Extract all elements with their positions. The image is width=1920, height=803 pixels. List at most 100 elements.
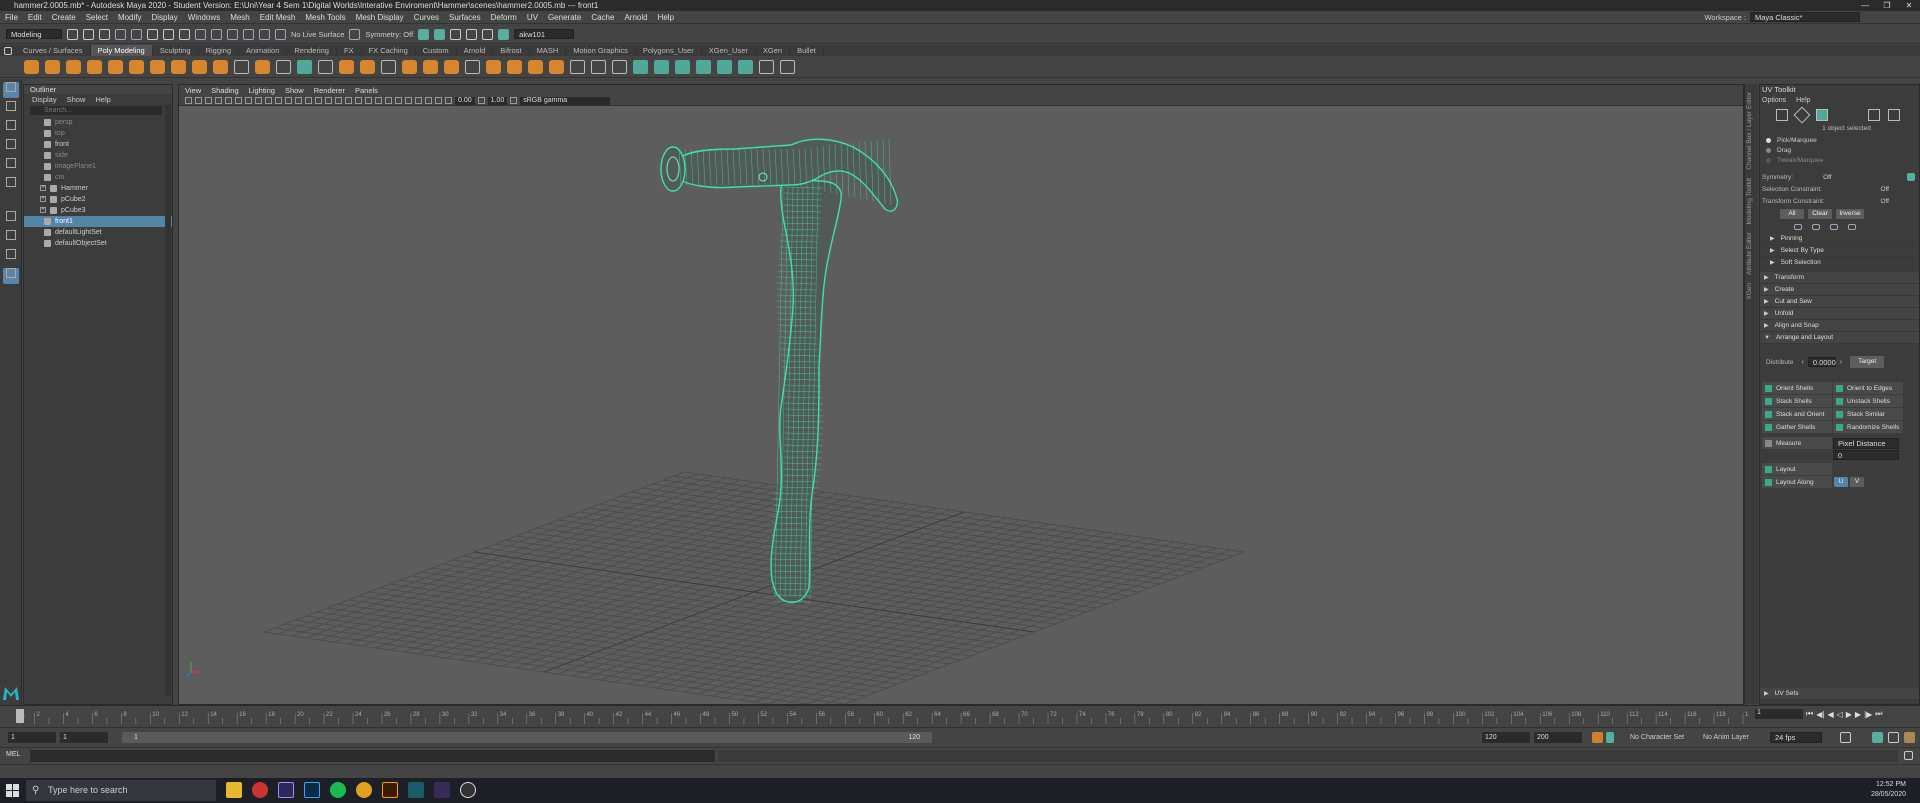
smooth-shade-icon[interactable] [305,97,312,104]
shelf-tab-fx-caching[interactable]: FX Caching [362,45,416,56]
uv-shell-mode-icon[interactable] [1816,109,1828,121]
poly-cone-icon[interactable] [87,59,102,74]
uv-distribute-right-icon[interactable]: › [1840,359,1842,366]
shelf-tab-custom[interactable]: Custom [416,45,457,56]
resolution-gate-icon[interactable] [245,97,252,104]
scale-tool-icon[interactable] [3,177,19,193]
uv-section-transform[interactable]: ▶ Transform [1760,272,1919,284]
menu-curves[interactable]: Curves [409,11,444,24]
checker-icon[interactable] [759,59,774,74]
time-ticks[interactable]: 1246810121416182022242628303234363840424… [14,708,1749,724]
smooth-icon[interactable] [318,59,333,74]
uv-stack-similar-button[interactable]: Stack Similar [1833,408,1903,420]
uv-transform-constraint-row[interactable]: Transform Constraint: Off [1760,195,1919,207]
command-input[interactable] [30,750,715,762]
fps-dropdown[interactable]: 24 fps [1770,732,1822,743]
outliner-item-persp[interactable]: persp [24,117,172,128]
outliner-item-side[interactable]: side [24,150,172,161]
go-to-start-icon[interactable]: ⏮ [1806,709,1813,719]
uv-mode-pick-marquee[interactable]: Pick/Marquee [1760,135,1919,145]
mel-label[interactable]: MEL [6,751,20,758]
undo-icon[interactable] [115,28,126,40]
uv-mode-tweak-marquee[interactable]: Tweak/Marquee [1760,155,1919,165]
uv-layout-along-v-button[interactable]: V [1850,477,1864,487]
ipr-render-icon[interactable] [434,28,446,40]
shelf-tab-xgen-user[interactable]: XGen_User [702,45,756,56]
default-material-icon[interactable] [315,97,322,104]
select-hierarchy-icon[interactable] [147,28,158,40]
uv-section-unfold[interactable]: ▶ Unfold [1760,308,1919,320]
insert-edge-loop-icon[interactable] [591,59,606,74]
step-back-key-icon[interactable]: ◀| [1816,710,1824,719]
uv-select-overlap-icon[interactable] [1812,224,1820,230]
maya-taskbar-icon[interactable] [408,782,424,798]
user-dropdown[interactable]: akw101 [514,29,575,39]
after-effects-icon[interactable] [278,782,294,798]
uv-layout-along-u-button[interactable]: U [1834,477,1848,487]
menu-file[interactable]: File [0,11,23,24]
gate-mask-icon[interactable] [255,97,262,104]
menu-cache[interactable]: Cache [586,11,619,24]
uv-unstack-shells-button[interactable]: Unstack Shells [1833,395,1903,407]
planar-map-icon[interactable] [633,59,648,74]
hypershade-icon[interactable] [466,28,478,40]
anti-aliasing-icon[interactable] [385,97,392,104]
step-back-frame-icon[interactable]: ◀ [1827,710,1833,719]
menu-generate[interactable]: Generate [543,11,586,24]
uv-distribute-field[interactable]: 0.0000 [1807,357,1836,367]
outliner-item-hammer[interactable]: + Hammer [24,183,172,194]
multi-cut-icon[interactable] [486,59,501,74]
script-editor-icon[interactable] [1904,751,1913,760]
bookmark-icon[interactable] [205,97,212,104]
isolate-select-icon[interactable] [405,97,412,104]
uv-select-shortest-icon[interactable] [1848,224,1856,230]
outliner-menu-show[interactable]: Show [67,95,86,104]
uv-section-create[interactable]: ▶ Create [1760,284,1919,296]
shelf-tab-curves-surfaces[interactable]: Curves / Surfaces [16,45,91,56]
menu-mesh-display[interactable]: Mesh Display [351,11,409,24]
uv-measure-dropdown[interactable]: Pixel Distance [1833,437,1899,449]
side-tab-xgen[interactable]: XGen [1746,283,1753,300]
fill-hole-icon[interactable] [444,59,459,74]
minimize-icon[interactable]: — [1854,0,1876,11]
shelf-tab-bifrost[interactable]: Bifrost [493,45,530,56]
quad-draw-icon[interactable] [528,59,543,74]
menu-windows[interactable]: Windows [183,11,225,24]
select-tool-icon[interactable] [3,82,19,98]
unreal-engine-icon[interactable] [460,782,476,798]
workspace-dropdown[interactable]: Maya Classic* [1750,12,1860,22]
uv-shell-select-icon[interactable] [1868,109,1880,121]
uv-gather-shells-button[interactable]: Gather Shells [1762,421,1832,433]
shelf-tab-motion-graphics[interactable]: Motion Graphics [566,45,636,56]
boolean-icon[interactable] [339,59,354,74]
select-component-icon[interactable] [179,28,190,40]
outliner-scrollbar[interactable] [165,105,171,695]
textured-icon[interactable] [335,97,342,104]
snap-curve-icon[interactable] [211,28,222,40]
side-tab-modeling-toolkit[interactable]: Modeling Toolkit [1746,178,1753,225]
wireframe-on-shaded-icon[interactable] [325,97,332,104]
extrude-icon[interactable] [381,59,396,74]
uv-section-select-by-type[interactable]: ▶ Select By Type [1760,245,1919,257]
photoshop-icon[interactable] [304,782,320,798]
uv-stack-and-orient-button[interactable]: Stack and Orient [1762,408,1832,420]
single-perspective-icon[interactable] [3,211,19,227]
viewport-menu-renderer[interactable]: Renderer [314,86,345,95]
shelf-tab-poly-modeling[interactable]: Poly Modeling [90,45,153,56]
shelf-tab-bullet[interactable]: Bullet [790,45,824,56]
move-tool-icon[interactable] [3,139,19,155]
uv-select-clear-button[interactable]: Clear [1808,209,1832,219]
poly-sphere-icon[interactable] [24,59,39,74]
file-explorer-icon[interactable] [226,782,242,798]
offset-edge-icon[interactable] [612,59,627,74]
knife-icon[interactable] [570,59,585,74]
append-icon[interactable] [465,59,480,74]
current-frame-field[interactable]: 1 [1755,709,1803,719]
cache-icon[interactable] [1888,732,1899,743]
viewport-menu-show[interactable]: Show [285,86,304,95]
menu-mesh-tools[interactable]: Mesh Tools [300,11,350,24]
shelf-tab-rendering[interactable]: Rendering [287,45,337,56]
uv-select-flipped-icon[interactable] [1830,224,1838,230]
sweep-mesh-icon[interactable] [213,59,228,74]
anim-layer-dropdown[interactable]: No Anim Layer [1703,734,1749,741]
